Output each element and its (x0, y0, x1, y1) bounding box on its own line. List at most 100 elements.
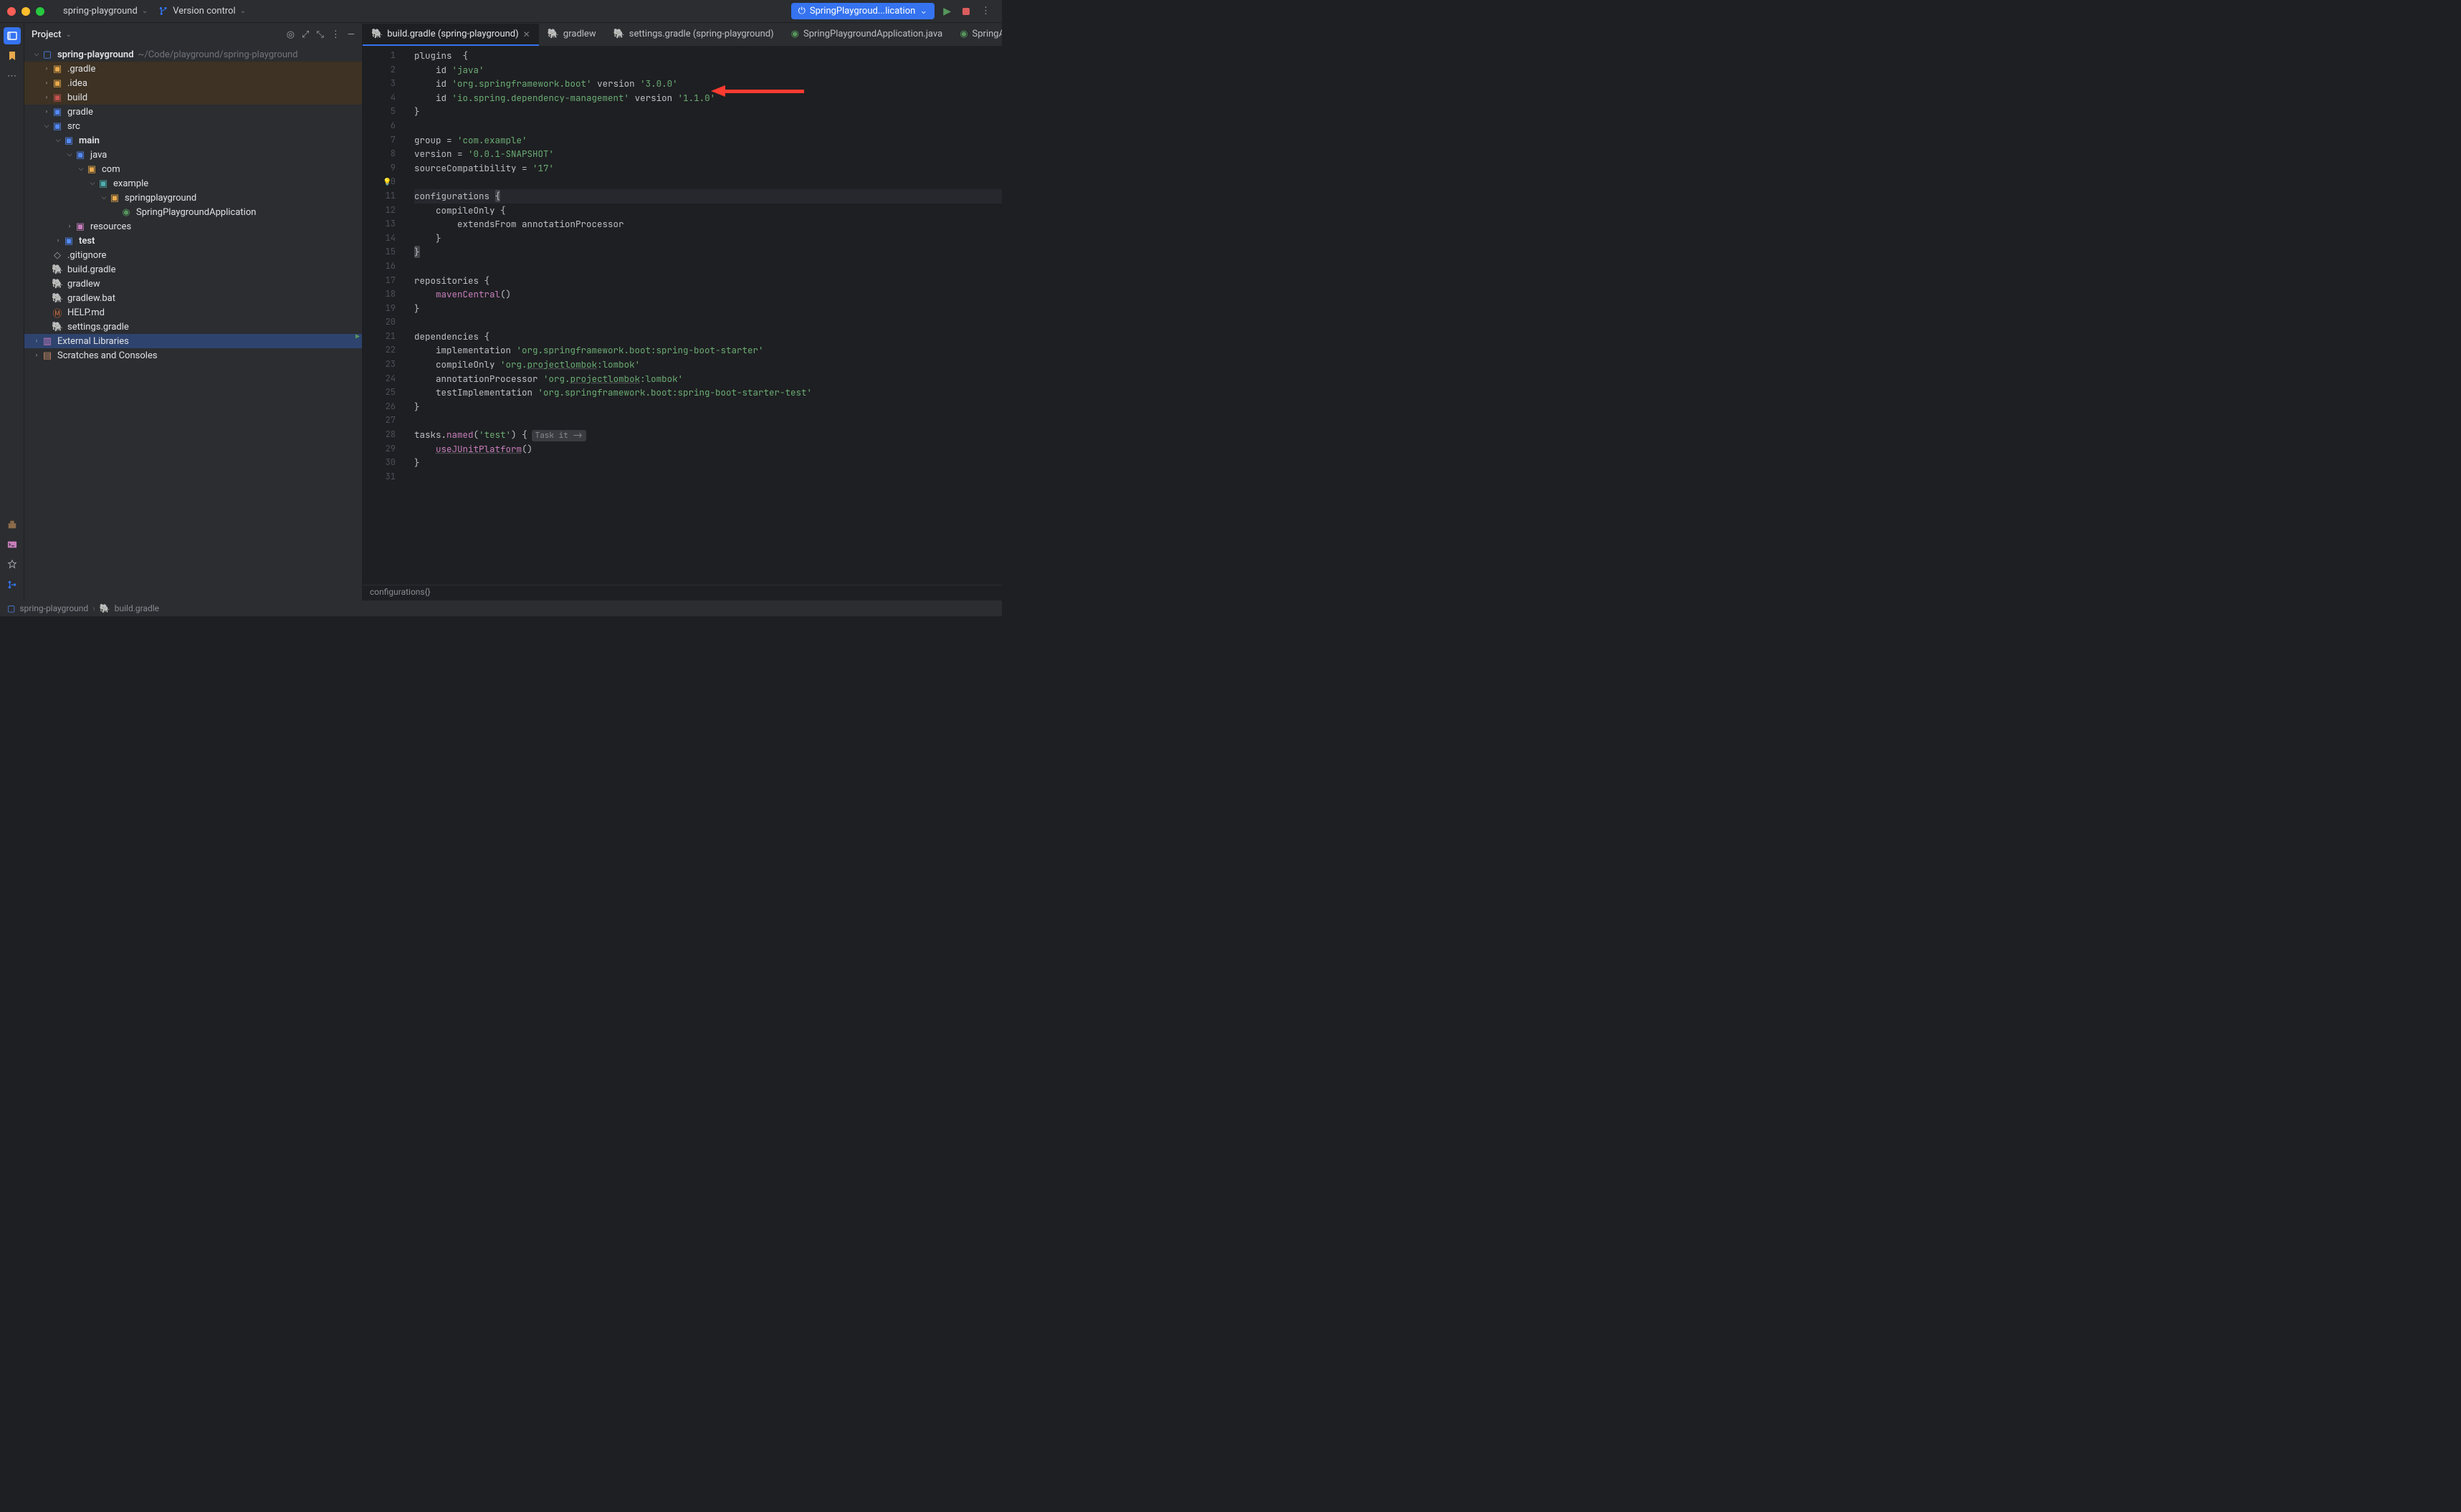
editor-tab[interactable]: 🐘settings.gradle (spring-playground) (605, 24, 783, 46)
close-tab-icon[interactable]: ✕ (523, 29, 530, 39)
line-number[interactable]: 5 (363, 105, 396, 119)
code-line[interactable]: plugins { (414, 49, 1002, 63)
tree-folder-example[interactable]: ⌵▣example (24, 176, 362, 191)
run-configuration-selector[interactable]: ⏻ SpringPlaygroud...lication ⌄ (791, 3, 935, 19)
project-tool-button[interactable] (4, 27, 21, 44)
minimize-window-button[interactable] (21, 7, 30, 16)
code-line[interactable] (414, 119, 1002, 133)
code-line[interactable]: } (414, 456, 1002, 470)
tree-folder-java[interactable]: ⌵▣java (24, 148, 362, 162)
chevron-right-icon[interactable]: › (42, 80, 52, 87)
line-number[interactable]: 14 (363, 231, 396, 246)
code-line[interactable]: testImplementation 'org.springframework.… (414, 386, 1002, 400)
tree-folder-test[interactable]: ›▣test (24, 234, 362, 248)
code-line[interactable]: } (414, 105, 1002, 119)
git-tool-button[interactable] (4, 576, 21, 593)
chevron-down-icon[interactable]: ⌵ (76, 166, 86, 173)
tree-folder-src[interactable]: ⌵▣src (24, 119, 362, 133)
more-actions-button[interactable]: ⋮ (977, 6, 995, 16)
terminal-tool-button[interactable] (4, 536, 21, 553)
run-button[interactable]: ▶ (939, 3, 955, 20)
editor-body[interactable]: 1234567891011121314151617181920212223242… (363, 46, 1002, 585)
code-line[interactable]: configurations { (414, 189, 1002, 204)
tree-file-gradlew-bat[interactable]: 🐘gradlew.bat (24, 291, 362, 305)
line-number[interactable]: 23 (363, 358, 396, 372)
code-line[interactable]: extendsFrom annotationProcessor (414, 217, 1002, 231)
line-number[interactable]: 2 (363, 63, 396, 77)
line-number[interactable]: 3 (363, 77, 396, 91)
code-line[interactable]: compileOnly { (414, 204, 1002, 218)
line-number[interactable]: 24 (363, 372, 396, 386)
tree-scratches[interactable]: ›▤Scratches and Consoles (24, 348, 362, 363)
code-line[interactable]: sourceCompatibility = '17' (414, 161, 1002, 176)
chevron-right-icon[interactable]: › (32, 352, 42, 359)
line-number[interactable]: 21 (363, 330, 396, 344)
code-line[interactable]: tasks.named('test') {Task it -> (414, 428, 1002, 442)
more-tools-button[interactable]: ⋯ (4, 67, 21, 85)
code-line[interactable]: compileOnly 'org.projectlombok:lombok' (414, 358, 1002, 372)
line-number[interactable]: 22 (363, 343, 396, 358)
tree-file-app-class[interactable]: ◉SpringPlaygroundApplication (24, 205, 362, 219)
tree-folder-main[interactable]: ⌵▣main (24, 133, 362, 148)
line-number[interactable]: 31 (363, 470, 396, 484)
code-line[interactable]: } (414, 245, 1002, 259)
line-number[interactable]: 12 (363, 204, 396, 218)
code-line[interactable]: id 'io.spring.dependency-management' ver… (414, 91, 1002, 105)
line-number[interactable]: 29 (363, 442, 396, 456)
chevron-down-icon[interactable]: ⌄ (65, 31, 71, 39)
line-number[interactable]: 26 (363, 400, 396, 414)
line-number[interactable]: 9 (363, 161, 396, 176)
stop-button[interactable] (960, 8, 973, 15)
line-number[interactable]: 18 (363, 287, 396, 302)
project-menu[interactable]: spring-playground ⌄ (57, 3, 153, 19)
code-line[interactable] (414, 315, 1002, 330)
line-number[interactable]: 1 (363, 49, 396, 63)
bookmarks-tool-button[interactable] (4, 47, 21, 64)
editor-tab[interactable]: 🐘build.gradle (spring-playground)✕ (363, 24, 539, 46)
chevron-right-icon[interactable]: › (53, 237, 63, 244)
chevron-down-icon[interactable]: ⌵ (42, 123, 52, 130)
vcs-menu[interactable]: Version control ⌄ (153, 3, 252, 19)
chevron-down-icon[interactable]: ⌵ (64, 151, 75, 158)
editor-code[interactable]: plugins { id 'java' id 'org.springframew… (403, 46, 1002, 585)
editor-tab[interactable]: ◉SpringPlaygroundApplication.java (783, 24, 952, 46)
navigation-bar[interactable]: ▢ spring-playground › 🐘 build.gradle (0, 601, 1002, 616)
chevron-right-icon[interactable]: › (32, 338, 42, 345)
line-number[interactable]: 30 (363, 456, 396, 470)
tree-folder-idea[interactable]: ›▣.idea (24, 76, 362, 90)
editor-tab[interactable]: 🐘gradlew (539, 24, 605, 46)
code-line[interactable]: } (414, 231, 1002, 246)
line-number[interactable]: 13 (363, 217, 396, 231)
code-line[interactable]: mavenCentral() (414, 287, 1002, 302)
project-tree[interactable]: ⌵ ▢ spring-playground ~/Code/playground/… (24, 46, 362, 601)
tree-root[interactable]: ⌵ ▢ spring-playground ~/Code/playground/… (24, 47, 362, 62)
panel-options-icon[interactable]: ⋮ (331, 29, 340, 40)
code-line[interactable]: id 'org.springframework.boot' version '3… (414, 77, 1002, 91)
line-number[interactable]: 7 (363, 133, 396, 148)
chevron-right-icon[interactable]: › (42, 94, 52, 101)
code-line[interactable] (414, 413, 1002, 428)
code-line[interactable]: useJUnitPlatform() (414, 442, 1002, 456)
chevron-right-icon[interactable]: › (42, 108, 52, 115)
code-line[interactable]: id 'java' (414, 63, 1002, 77)
code-line[interactable] (414, 259, 1002, 274)
chevron-down-icon[interactable]: ⌵ (87, 180, 97, 187)
code-line[interactable]: repositories { (414, 274, 1002, 288)
line-number[interactable]: 27 (363, 413, 396, 428)
tree-file-gradlew[interactable]: 🐘gradlew (24, 277, 362, 291)
tree-folder-gradle2[interactable]: ›▣gradle (24, 105, 362, 119)
line-number[interactable]: 25 (363, 386, 396, 400)
line-number[interactable]: 15 (363, 245, 396, 259)
tree-file-gitignore[interactable]: ◇.gitignore (24, 248, 362, 262)
line-number[interactable]: 17 (363, 274, 396, 288)
tree-external-libraries[interactable]: ›▥External Libraries (24, 334, 362, 348)
line-number[interactable]: 20 (363, 315, 396, 330)
tree-folder-com[interactable]: ⌵▣com (24, 162, 362, 176)
code-line[interactable]: group = 'com.example' (414, 133, 1002, 148)
services-tool-button[interactable] (4, 556, 21, 573)
code-line[interactable] (414, 175, 1002, 189)
code-line[interactable]: } (414, 400, 1002, 414)
breadcrumb-file[interactable]: build.gradle (115, 603, 159, 613)
code-line[interactable] (414, 470, 1002, 484)
locate-icon[interactable]: ◎ (287, 29, 295, 40)
